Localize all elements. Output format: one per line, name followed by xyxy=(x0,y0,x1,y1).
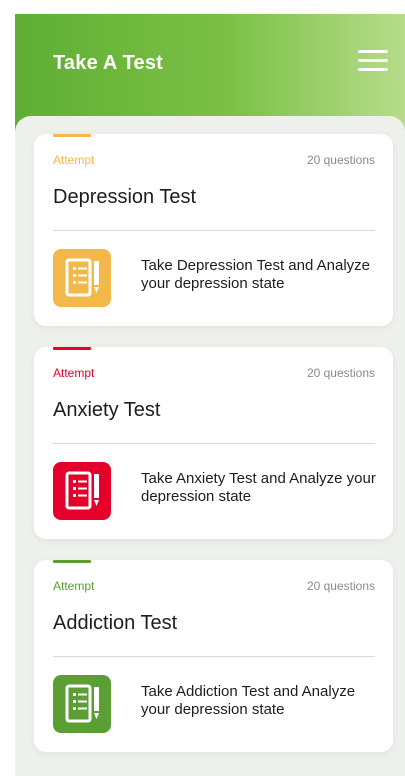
attempt-label[interactable]: Attempt xyxy=(53,366,94,380)
test-description: Take Depression Test and Analyze your de… xyxy=(141,257,371,292)
checklist-icon xyxy=(53,249,111,307)
test-description: Take Addiction Test and Analyze your dep… xyxy=(141,683,356,718)
card-divider xyxy=(53,656,375,657)
test-description: Take Anxiety Test and Analyze your depre… xyxy=(141,470,376,505)
page-title: Take A Test xyxy=(53,52,164,74)
card-accent-bar xyxy=(53,134,91,137)
anxiety-test-card[interactable]: Attempt 20 questions Anxiety Test Take A… xyxy=(34,347,393,539)
card-accent-bar xyxy=(53,347,91,350)
attempt-label[interactable]: Attempt xyxy=(53,153,94,167)
question-count: 20 questions xyxy=(306,153,375,167)
depression-test-card[interactable]: Attempt 20 questions Depression Test Tak… xyxy=(34,134,393,326)
test-title: Anxiety Test xyxy=(53,399,161,421)
question-count: 20 questions xyxy=(306,579,375,593)
attempt-label[interactable]: Attempt xyxy=(53,579,94,593)
test-title: Depression Test xyxy=(53,186,197,208)
card-divider xyxy=(53,230,375,231)
checklist-icon xyxy=(53,462,111,520)
checklist-icon xyxy=(53,675,111,733)
test-title: Addiction Test xyxy=(53,612,178,634)
menu-line-top xyxy=(358,50,388,53)
addiction-test-card[interactable]: Attempt 20 questions Addiction Test Take… xyxy=(34,560,393,752)
card-divider xyxy=(53,443,375,444)
question-count: 20 questions xyxy=(306,366,375,380)
test-list: Attempt 20 questions Depression Test Tak… xyxy=(15,116,405,776)
menu-line-bottom xyxy=(358,68,388,71)
take-a-test-screen: Take A Test Attempt 20 questions Depress… xyxy=(0,0,405,776)
hamburger-menu-icon[interactable] xyxy=(358,50,388,74)
card-accent-bar xyxy=(53,560,91,563)
menu-line-middle xyxy=(358,59,388,62)
